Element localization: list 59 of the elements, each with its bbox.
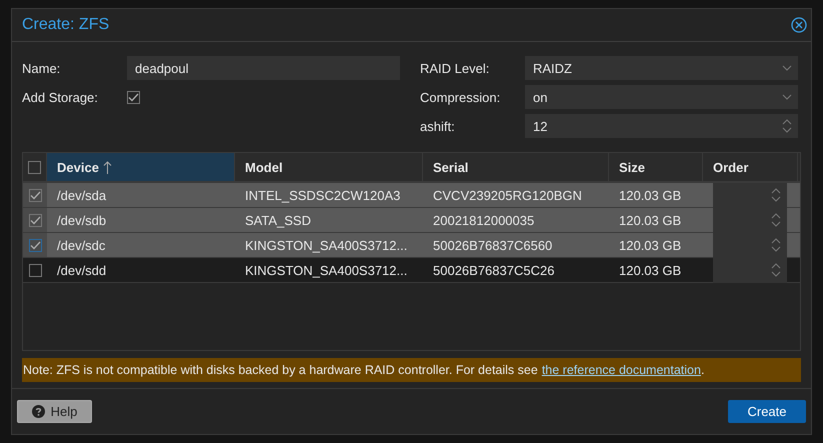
table-cell-text: 50026B76837C5C26 [432, 262, 556, 280]
check-icon [128, 92, 139, 102]
spinner-icon[interactable] [771, 263, 781, 277]
help-button[interactable]: Help [17, 400, 92, 423]
table-row[interactable]: /dev/sdc KINGSTON_SA400S3712... 50026B76837C6560 120.03 GB [23, 233, 800, 258]
spinner-icon[interactable] [782, 119, 792, 133]
spinner-icon[interactable] [771, 213, 781, 227]
checkbox[interactable] [127, 90, 140, 104]
order-field[interactable] [713, 182, 787, 208]
column-header[interactable]: Size [609, 153, 703, 181]
table-row[interactable]: /dev/sda INTEL_SSDSC2CW120A3 CVCV239205RG120BGN 120.03 GB [23, 183, 800, 208]
field-label: Name: [22, 60, 62, 76]
table-cell-text: 120.03 GB [618, 236, 682, 254]
select-all-checkbox[interactable] [28, 160, 41, 174]
table-cell-text: 50026B76837C6560 [432, 236, 554, 254]
row-checkbox[interactable] [28, 214, 42, 226]
field-label: Compression: [420, 90, 502, 104]
table-cell-text: 120.03 GB [618, 262, 682, 280]
check-icon [30, 216, 40, 224]
number-field[interactable]: 12 [525, 114, 798, 138]
table-cell-text: 20021812000035 [432, 212, 536, 230]
sort-up-icon [102, 160, 112, 174]
close-icon[interactable] [791, 17, 807, 33]
field-label: Add Storage: [22, 90, 99, 104]
field-label: ashift: [420, 118, 456, 134]
column-header[interactable]: Model [235, 153, 423, 181]
column-header[interactable]: Serial [423, 153, 609, 181]
documentation-link[interactable]: the reference documentation [542, 363, 701, 377]
row-checkbox[interactable] [28, 238, 42, 252]
table-cell-text: /dev/sdc [56, 236, 106, 254]
table-cell-text: CVCV239205RG120BGN [432, 186, 583, 204]
table-cell-text: KINGSTON_SA400S3712... [244, 262, 408, 280]
order-field[interactable] [713, 258, 787, 282]
help-icon [32, 405, 45, 418]
column-header[interactable]: Device [47, 153, 235, 181]
table-cell-text: KINGSTON_SA400S3712... [244, 236, 408, 255]
table-cell-text: /dev/sdd [56, 262, 108, 280]
table-cell-text: /dev/sdb [56, 212, 108, 230]
table-cell-text: 120.03 GB [618, 186, 682, 204]
table-cell-text: INTEL_SSDSC2CW120A3 [244, 186, 402, 205]
text-field[interactable]: deadpoul [127, 56, 400, 80]
table-row[interactable]: /dev/sdb SATA_SSD 20021812000035 120.03 GB [23, 208, 800, 233]
column-header[interactable]: Order [703, 153, 798, 181]
spinner-icon[interactable] [771, 238, 781, 252]
field-label: RAID Level: [420, 60, 490, 76]
create-button[interactable]: Create [728, 400, 806, 423]
warning-note: Note: ZFS is not compatible with disks backed by a hardware RAID controller. For details see the reference documentation. [22, 358, 801, 382]
select-field[interactable]: RAIDZ [525, 56, 798, 80]
select-field[interactable]: on [525, 85, 798, 109]
table-cell-text: /dev/sda [56, 186, 108, 204]
row-checkbox[interactable] [28, 188, 42, 202]
row-checkbox[interactable] [28, 264, 42, 276]
table-cell-text: 120.03 GB [618, 212, 682, 230]
table-row[interactable]: /dev/sdd KINGSTON_SA400S3712... 50026B76837C5C26 120.03 GB [23, 258, 800, 283]
check-icon [30, 190, 40, 200]
spinner-icon[interactable] [771, 188, 781, 202]
window-title: Create: ZFS [22, 16, 110, 34]
table-cell-text: SATA_SSD [244, 212, 312, 230]
check-icon [30, 240, 40, 250]
